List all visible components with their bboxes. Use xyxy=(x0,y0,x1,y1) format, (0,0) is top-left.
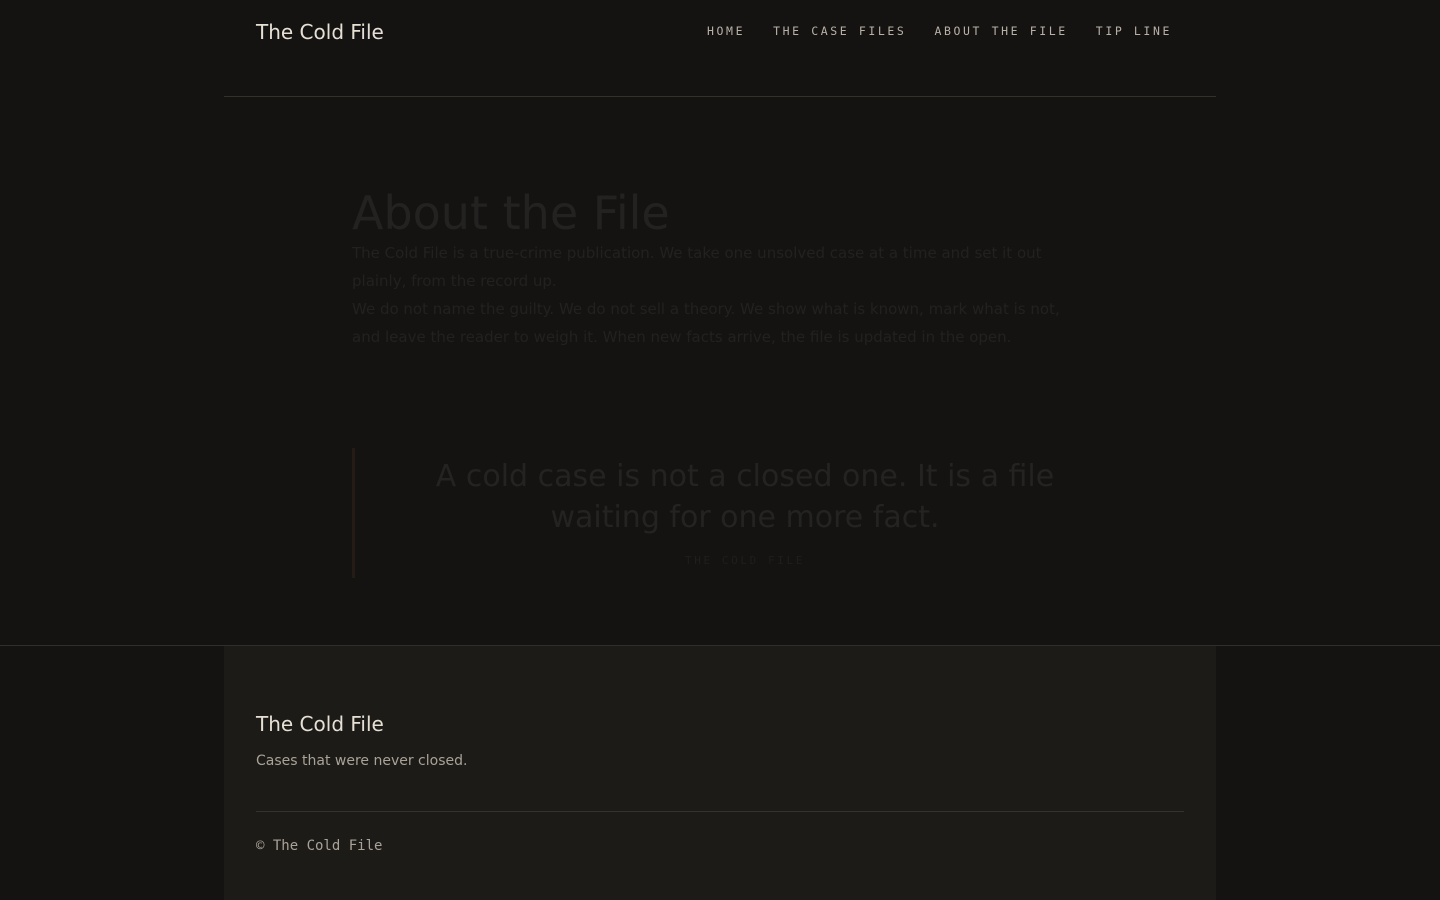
page-title: About the File xyxy=(352,186,670,240)
main-content: About the File The Cold File is a true-c… xyxy=(224,97,1216,645)
footer-tagline: Cases that were never closed. xyxy=(256,753,468,769)
footer-copyright: © The Cold File xyxy=(256,838,383,854)
pull-quote-citation: THE COLD FILE xyxy=(685,554,805,567)
footer-brand: The Cold File xyxy=(256,712,384,736)
nav-link-home[interactable]: HOME xyxy=(707,22,745,40)
pull-quote-text: A cold case is not a closed one. It is a… xyxy=(435,459,1055,535)
page: The Cold File HOME THE CASE FILES ABOUT … xyxy=(0,0,1440,900)
intro-paragraph-1: The Cold File is a true-crime publicatio… xyxy=(352,244,1042,290)
site-footer: The Cold File Cases that were never clos… xyxy=(224,646,1216,900)
nav-link-about[interactable]: ABOUT THE FILE xyxy=(934,22,1067,40)
intro-text: The Cold File is a true-crime publicatio… xyxy=(352,239,1072,351)
intro-paragraph-2: We do not name the guilty. We do not sel… xyxy=(352,300,1060,346)
pull-quote: A cold case is not a closed one. It is a… xyxy=(352,448,1095,578)
nav-link-case-files[interactable]: THE CASE FILES xyxy=(773,22,906,40)
main-nav: HOME THE CASE FILES ABOUT THE FILE TIP L… xyxy=(707,22,1172,40)
nav-link-tip-line[interactable]: TIP LINE xyxy=(1096,22,1172,40)
site-header: The Cold File HOME THE CASE FILES ABOUT … xyxy=(224,0,1216,97)
site-brand[interactable]: The Cold File xyxy=(256,18,384,46)
footer-divider xyxy=(256,811,1184,812)
